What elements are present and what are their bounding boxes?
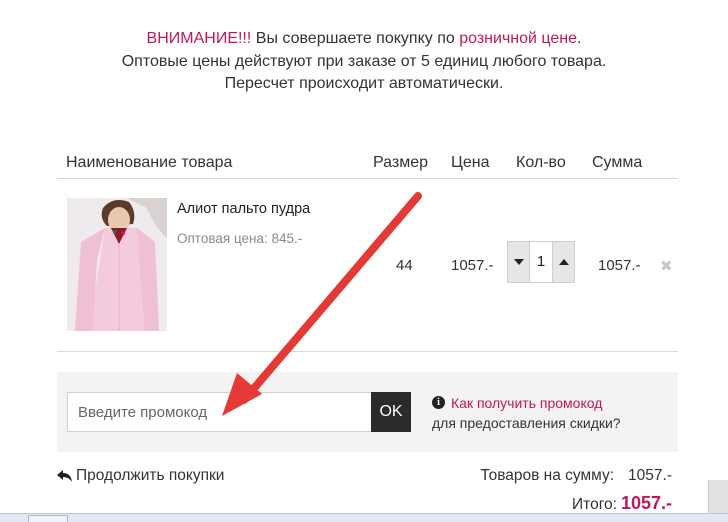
quantity-decrease-button[interactable]	[508, 242, 530, 282]
column-header-price: Цена	[451, 154, 490, 171]
retail-price-label: розничной цене	[459, 30, 578, 47]
attention-label: ВНИМАНИЕ!!!	[146, 30, 252, 47]
column-header-size: Размер	[373, 154, 428, 171]
subtotal-value: 1057.-	[628, 467, 672, 484]
quantity-stepper[interactable]: 1	[507, 241, 575, 283]
retail-price-notice: ВНИМАНИЕ!!! Вы совершаете покупку по роз…	[0, 28, 728, 96]
column-header-qty: Кол-во	[516, 154, 566, 171]
item-sum: 1057.-	[598, 257, 641, 274]
continue-shopping-link[interactable]: Продолжить покупки	[57, 467, 224, 485]
notice-line-1-end: .	[577, 30, 582, 47]
total-label: Итого:	[572, 496, 617, 513]
continue-shopping-label: Продолжить покупки	[76, 467, 225, 484]
quantity-increase-button[interactable]	[552, 242, 574, 282]
triangle-down-icon	[513, 259, 524, 265]
notice-line-1: ВНИМАНИЕ!!! Вы совершаете покупку по роз…	[0, 28, 728, 51]
product-image[interactable]	[67, 198, 167, 331]
remove-item-button[interactable]: ✖	[660, 257, 673, 275]
quantity-value[interactable]: 1	[529, 242, 553, 282]
notice-line-1-text: Вы совершаете покупку по	[251, 30, 460, 47]
product-name[interactable]: Алиот пальто пудра	[177, 201, 310, 217]
header-divider	[57, 178, 678, 179]
promo-subtext: для предоставления скидки?	[432, 415, 621, 431]
item-divider	[57, 351, 678, 352]
triangle-up-icon	[558, 259, 569, 265]
total-value: 1057.-	[620, 493, 672, 513]
reply-arrow-icon	[57, 470, 72, 482]
column-header-sum: Сумма	[592, 154, 643, 171]
order-total: Итого: 1057.-	[572, 493, 672, 514]
info-icon: i	[432, 396, 445, 409]
notice-line-2: Оптовые цены действуют при заказе от 5 е…	[121, 52, 607, 70]
subtotal: Товаров на сумму: 1057.-	[480, 467, 672, 485]
promo-code-input[interactable]	[67, 392, 372, 432]
wholesale-price: Оптовая цена: 845.-	[177, 231, 303, 246]
close-icon: ✖	[660, 258, 673, 275]
notice-line-3: Пересчет происходит автоматически.	[224, 75, 504, 92]
how-to-get-promo-link[interactable]: Как получить промокод	[451, 395, 602, 411]
item-size: 44	[396, 257, 413, 274]
column-header-name: Наименование товара	[66, 154, 233, 171]
promo-ok-button[interactable]: OK	[371, 392, 411, 432]
item-price: 1057.-	[451, 257, 494, 274]
subtotal-label: Товаров на сумму:	[480, 467, 615, 484]
